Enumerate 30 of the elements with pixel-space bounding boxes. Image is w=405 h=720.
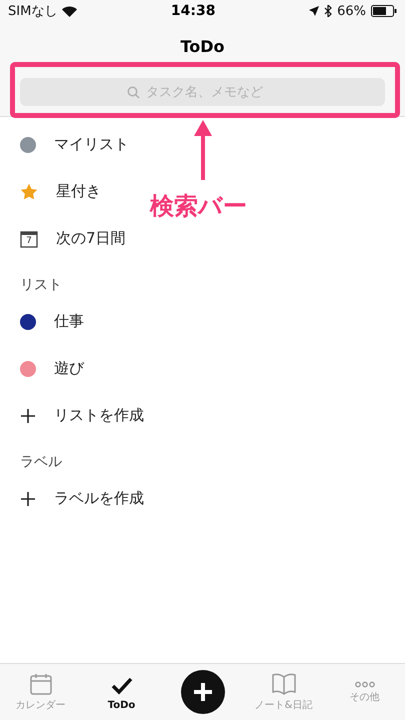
annotation-label: 検索バー	[150, 191, 247, 222]
list-item-label[interactable]: 次の7日間	[56, 229, 126, 248]
battery-percent: 66%	[337, 4, 366, 18]
book-icon	[270, 672, 296, 696]
bluetooth-icon	[324, 5, 332, 17]
calendar-icon: 7	[20, 230, 38, 248]
list-item-label[interactable]: マイリスト	[54, 135, 129, 154]
calendar-icon	[28, 672, 52, 696]
list-item-label[interactable]: 星付き	[56, 182, 101, 201]
carrier-label: SIMなし	[8, 3, 58, 20]
section-header: ラベル	[19, 453, 63, 472]
list-item-label[interactable]: ラベルを作成	[54, 489, 144, 508]
star-icon	[20, 182, 38, 200]
plus-icon	[20, 408, 36, 424]
more-icon	[352, 680, 376, 688]
status-time: 14:38	[170, 3, 216, 19]
list-item-label[interactable]: リストを作成	[54, 406, 144, 425]
location-icon	[309, 6, 320, 16]
plus-icon	[192, 681, 214, 703]
arrow-icon	[193, 120, 213, 182]
plus-icon	[20, 490, 36, 506]
wifi-icon	[62, 6, 78, 16]
section-header: リスト	[19, 276, 63, 295]
list-item-label[interactable]: 遊び	[54, 359, 84, 378]
nav-title: ToDo	[180, 36, 225, 56]
list-item-label[interactable]: 仕事	[54, 312, 84, 331]
tab-button[interactable]: ToDo	[81, 664, 162, 720]
search-icon	[127, 86, 140, 98]
add-button[interactable]	[180, 670, 224, 714]
battery-icon	[370, 5, 397, 17]
